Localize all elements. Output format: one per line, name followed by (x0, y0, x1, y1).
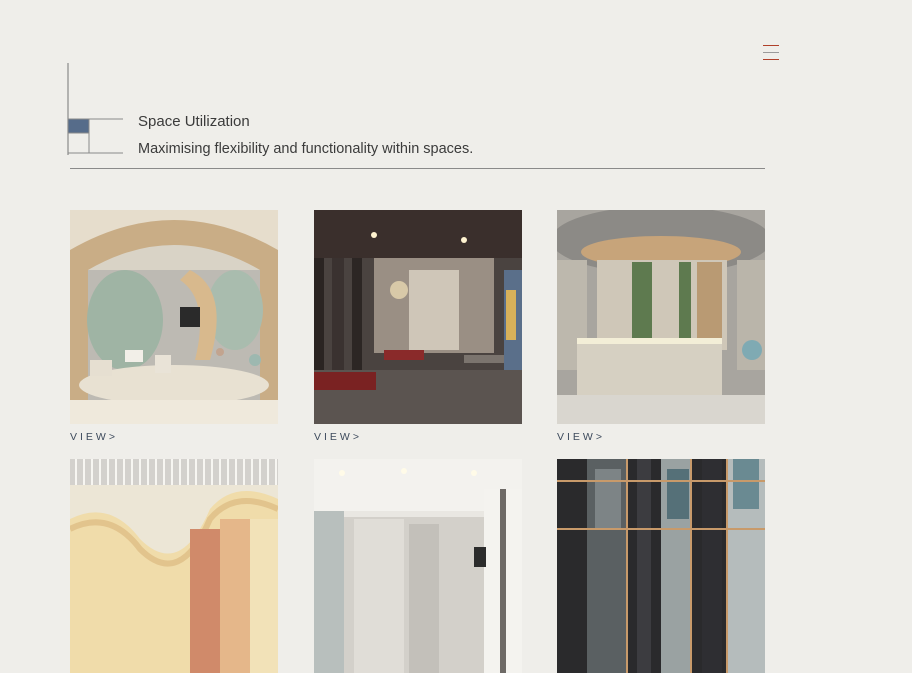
header-divider (70, 168, 765, 169)
project-card[interactable] (557, 459, 765, 673)
project-card[interactable] (314, 459, 522, 673)
glass-screen-partition-image[interactable] (557, 459, 765, 673)
dark-corridor-lounge-image[interactable] (314, 210, 522, 424)
bright-corridor-image[interactable] (314, 459, 522, 673)
hamburger-menu-icon[interactable] (762, 44, 780, 62)
project-card[interactable]: VIEW> (70, 210, 278, 443)
project-card[interactable]: VIEW> (557, 210, 765, 443)
section-logo-mark (67, 63, 123, 155)
view-link[interactable]: VIEW> (557, 431, 765, 443)
curved-arch-lounge-image[interactable] (70, 210, 278, 424)
wavy-ceiling-color-block-image[interactable] (70, 459, 278, 673)
page-title: Space Utilization (138, 113, 250, 130)
view-link[interactable]: VIEW> (70, 431, 278, 443)
project-card[interactable]: VIEW> (314, 210, 522, 443)
project-card[interactable] (70, 459, 278, 673)
view-link[interactable]: VIEW> (314, 431, 522, 443)
reception-desk-image[interactable] (557, 210, 765, 424)
page-subtitle: Maximising flexibility and functionality… (138, 141, 474, 157)
